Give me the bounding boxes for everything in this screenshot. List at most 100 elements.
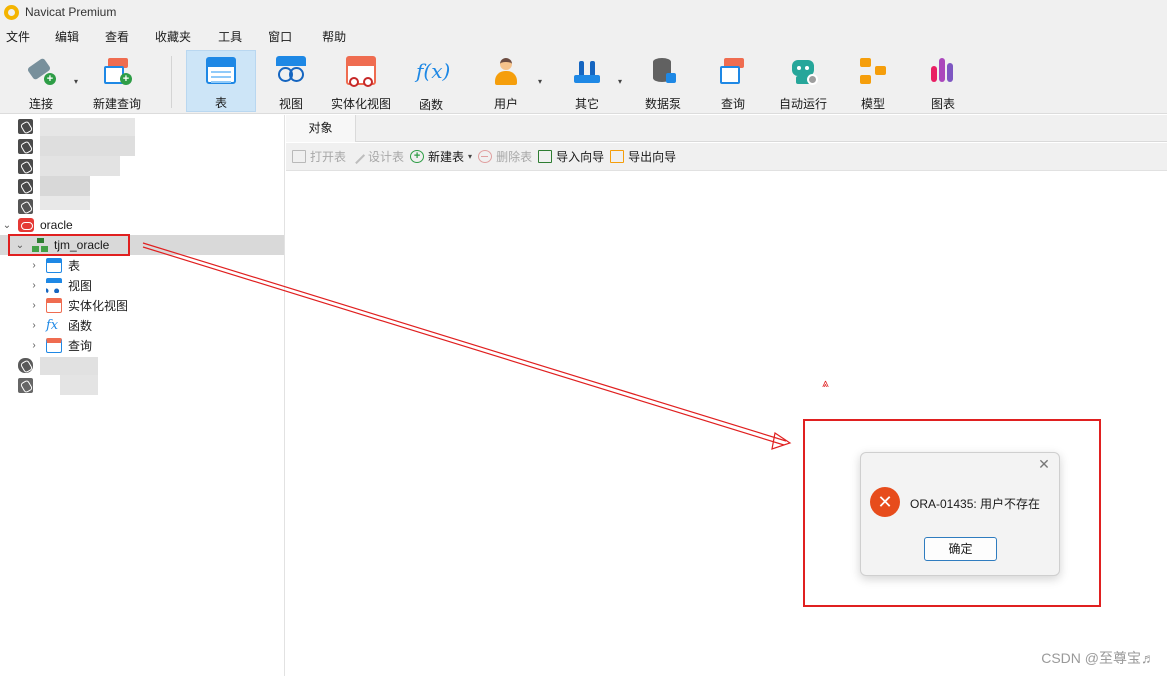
import-wizard-button[interactable]: 导入向导 (538, 148, 604, 165)
title-bar: Navicat Premium (0, 0, 1167, 24)
menu-help[interactable]: 帮助 (292, 28, 346, 45)
new-table-button[interactable]: + 新建表 ▾ (410, 148, 472, 165)
connection-icon (18, 377, 33, 393)
open-table-button[interactable]: 打开表 (292, 148, 346, 165)
close-icon[interactable]: ✕ (1037, 457, 1051, 471)
tree-item-connection[interactable] (0, 355, 284, 375)
menu-view[interactable]: 查看 (79, 28, 129, 45)
redacted-label (40, 357, 98, 375)
model-button[interactable]: 模型 (848, 50, 898, 112)
export-wizard-button[interactable]: 导出向导 (610, 148, 676, 165)
function-label: 函数 (418, 98, 443, 112)
menu-favorites[interactable]: 收藏夹 (129, 28, 191, 45)
user-label: 用户 (493, 97, 518, 111)
tree-item-connection[interactable] (0, 136, 284, 156)
connection-icon (18, 118, 33, 134)
open-table-label: 打开表 (310, 150, 347, 164)
connect-button[interactable]: + 连接 ▾ (12, 50, 78, 112)
tree-item-connection[interactable] (0, 116, 284, 136)
tree-item-functions[interactable]: › fx 函数 (0, 315, 284, 335)
tree-item-queries[interactable]: › 查询 (0, 335, 284, 355)
menu-edit[interactable]: 编辑 (30, 28, 79, 45)
chevron-down-icon[interactable]: ▾ (538, 77, 542, 86)
plug-icon: + (26, 56, 56, 85)
error-dialog: ✕ ✕ ORA-01435: 用户不存在 确定 (860, 452, 1060, 576)
model-icon (858, 56, 888, 85)
automation-label: 自动运行 (778, 97, 827, 111)
tree-label-queries: 查询 (68, 338, 93, 353)
delete-table-button[interactable]: 删除表 (478, 148, 532, 165)
chart-button[interactable]: 图表 (918, 50, 968, 112)
tree-item-connection[interactable] (0, 196, 284, 216)
connection-icon (18, 357, 33, 373)
redacted-label (40, 176, 90, 196)
table-icon (206, 57, 236, 84)
folder-open-icon (292, 150, 306, 163)
model-label: 模型 (860, 97, 885, 111)
table-icon (46, 257, 62, 273)
chevron-right-icon[interactable]: › (29, 260, 39, 271)
user-button[interactable]: 用户 ▾ (478, 50, 542, 112)
materialized-view-icon (46, 297, 62, 313)
tree-label-functions: 函数 (68, 318, 93, 333)
watermark: CSDN @至尊宝♬ (1041, 650, 1155, 666)
query-label: 查询 (720, 97, 745, 111)
navicat-window: Navicat Premium 文件 编辑 查看 收藏夹 工具 窗口 帮助 + … (0, 0, 1167, 676)
ok-button[interactable]: 确定 (924, 537, 997, 561)
data-pump-button[interactable]: 数据泵 (638, 50, 688, 112)
view-label: 视图 (278, 97, 303, 111)
query-button[interactable]: 查询 (708, 50, 758, 112)
function-icon: f(x) (416, 59, 451, 83)
database-icon (648, 56, 678, 85)
menu-file[interactable]: 文件 (0, 28, 30, 45)
tree-item-connection[interactable] (0, 176, 284, 196)
tools-icon (572, 56, 602, 85)
redacted-label (40, 196, 90, 210)
chevron-down-icon[interactable]: ▾ (618, 77, 622, 86)
minus-circle-icon (478, 150, 493, 163)
materialized-view-button[interactable]: 实体化视图 (328, 50, 394, 112)
tree-item-materialized-views[interactable]: › 实体化视图 (0, 295, 284, 315)
function-button[interactable]: f(x) 函数 (404, 50, 458, 112)
tree-item-tables[interactable]: › 表 (0, 255, 284, 275)
tab-objects[interactable]: 对象 (286, 115, 356, 142)
new-query-button[interactable]: + 新建查询 (88, 50, 146, 112)
other-button[interactable]: 其它 ▾ (560, 50, 622, 112)
chevron-down-icon[interactable]: ▾ (74, 77, 78, 86)
menu-window[interactable]: 窗口 (242, 28, 292, 45)
connect-label: 连接 (28, 97, 53, 111)
tree-label-oracle: oracle (40, 218, 73, 232)
chevron-right-icon[interactable]: › (29, 340, 39, 351)
design-table-button[interactable]: 设计表 (350, 148, 404, 165)
tree-item-connection[interactable] (0, 156, 284, 176)
oracle-icon (18, 218, 34, 232)
automation-button[interactable]: 自动运行 (774, 50, 832, 112)
redacted-label (40, 136, 135, 156)
new-query-icon: + (102, 56, 132, 85)
tree-item-connection[interactable] (0, 375, 284, 395)
plus-circle-icon: + (410, 150, 425, 163)
chart-label: 图表 (930, 97, 955, 111)
view-button[interactable]: 视图 (262, 50, 320, 112)
chevron-right-icon[interactable]: › (29, 280, 39, 291)
menu-bar: 文件 编辑 查看 收藏夹 工具 窗口 帮助 (0, 24, 1167, 48)
main-toolbar: + 连接 ▾ + 新建查询 表 视图 实体化视图 f(x) 函数 用户 ▾ 其它… (0, 48, 1167, 114)
robot-icon (788, 56, 818, 85)
chevron-right-icon[interactable]: › (29, 320, 39, 331)
query-icon (46, 337, 62, 353)
chevron-right-icon[interactable]: › (29, 300, 39, 311)
highlight-box (8, 234, 130, 256)
tree-item-oracle[interactable]: ⌄ oracle (0, 215, 284, 235)
chevron-down-icon[interactable]: ⌄ (2, 220, 12, 231)
materialized-view-label: 实体化视图 (330, 97, 391, 111)
export-icon (610, 150, 625, 163)
tree-label-tables: 表 (68, 258, 81, 273)
table-button[interactable]: 表 (186, 50, 256, 112)
connection-icon (18, 158, 33, 174)
chevron-down-icon[interactable]: ▾ (468, 152, 472, 161)
chart-icon (928, 56, 958, 85)
tab-strip: 对象 (286, 115, 1167, 142)
tree-item-views[interactable]: › 视图 (0, 275, 284, 295)
menu-tools[interactable]: 工具 (191, 28, 242, 45)
tree-label-views: 视图 (68, 278, 93, 293)
